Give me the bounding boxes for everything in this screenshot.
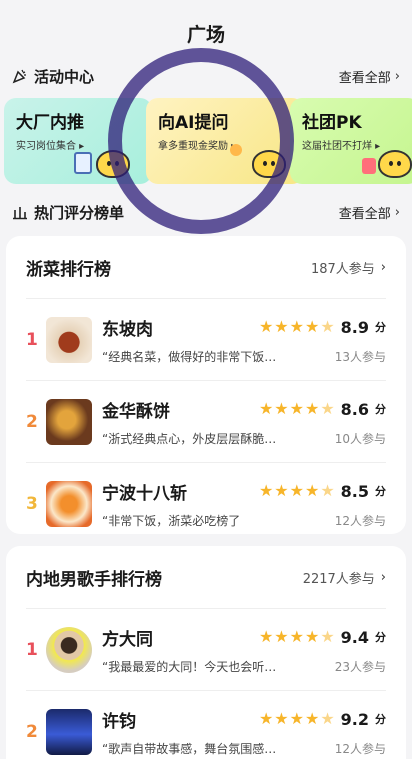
star-icon: ★ [304, 481, 320, 500]
star-icon: ★ [258, 481, 274, 500]
star-icon: ★ [258, 709, 274, 728]
rank-number: 2 [26, 721, 38, 742]
star-icon: ★ [320, 709, 335, 728]
star-rating: ★ ★ ★ ★ ★ [259, 629, 335, 645]
item-quote: “歌声自带故事感，舞台氛围感… [102, 741, 277, 756]
rankings-section-header: 热门评分榜单 查看全部 › [0, 198, 412, 226]
chevron-right-icon: › [380, 569, 386, 585]
star-icon: ★ [320, 317, 335, 336]
avatar [46, 626, 92, 673]
item-name: 金华酥饼 [102, 401, 170, 422]
item-score: 8.5 [340, 481, 369, 501]
mascot-icon [252, 150, 286, 178]
star-icon: ★ [258, 399, 274, 418]
star-icon: ★ [304, 709, 320, 728]
ranking-item[interactable]: 2 金华酥饼 ★ ★ ★ ★ ★ 8.6 分 “浙式经典点心，外皮层层酥脆… 10人参与 [26, 380, 386, 462]
item-name: 许钧 [102, 711, 136, 732]
activity-banners: 大厂内推 实习岗位集合 ▸ 向AI提问 拿多重现金奖励 ▸ 社团PK 这届社团不… [4, 98, 412, 186]
star-icon: ★ [274, 481, 289, 500]
item-count: 23人参与 [334, 659, 386, 674]
item-quote: “浙式经典点心，外皮层层酥脆… [102, 431, 277, 446]
star-rating: ★ ★ ★ ★ ★ [259, 711, 335, 727]
singer-image [46, 708, 92, 755]
bar-chart-icon [13, 207, 27, 220]
banner-club-pk[interactable]: 社团PK 这届社团不打烊 ▸ [290, 98, 412, 184]
star-rating: ★ ★ ★ ★ ★ [259, 401, 335, 417]
item-count: 10人参与 [334, 431, 386, 446]
activity-section-header: 活动中心 查看全部 › [0, 62, 412, 90]
rank-number: 2 [26, 411, 38, 432]
chevron-right-icon: › [394, 68, 400, 84]
dish-image [46, 398, 92, 445]
banner-referral[interactable]: 大厂内推 实习岗位集合 ▸ [4, 98, 152, 184]
card-title: 浙菜排行榜 [26, 259, 111, 280]
ranking-item[interactable]: 1 东坡肉 ★ ★ ★ ★ ★ 8.9 分 “经典名菜，做得好的非常下饭… 13人参与 [26, 298, 386, 380]
item-score: 8.9 [340, 317, 369, 337]
chevron-right-icon: › [380, 259, 386, 275]
star-icon: ★ [258, 317, 274, 336]
participants-link[interactable]: 187人参与 › [311, 258, 386, 277]
rank-number: 1 [26, 329, 38, 350]
ranking-item[interactable]: 1 方大同 ★ ★ ★ ★ ★ 9.4 分 “我最最爱的大同！今天也会听… 23人参与 [26, 608, 386, 690]
page-header: 广场 [0, 0, 412, 62]
item-name: 方大同 [102, 629, 153, 650]
item-quote: “我最最爱的大同！今天也会听… [102, 659, 277, 674]
star-icon: ★ [258, 627, 274, 646]
star-icon: ★ [289, 709, 304, 728]
rankings-view-all-button[interactable]: 查看全部 › [339, 203, 400, 222]
card-title: 内地男歌手排行榜 [26, 569, 162, 590]
party-icon [12, 69, 26, 84]
star-icon: ★ [304, 317, 320, 336]
rank-number: 3 [26, 493, 38, 514]
item-count: 12人参与 [334, 741, 386, 756]
star-icon: ★ [289, 627, 304, 646]
dish-image [46, 480, 92, 527]
item-score: 8.6 [340, 399, 369, 419]
star-icon: ★ [320, 399, 335, 418]
star-icon: ★ [289, 399, 304, 418]
star-icon: ★ [289, 481, 304, 500]
item-name: 东坡肉 [102, 319, 153, 340]
rankings-section-title: 热门评分榜单 [34, 203, 125, 222]
chevron-right-icon: › [394, 204, 400, 220]
star-icon: ★ [274, 317, 289, 336]
item-quote: “非常下饭，浙菜必吃榜了 [102, 513, 241, 528]
flag-icon [362, 158, 376, 174]
star-rating: ★ ★ ★ ★ ★ [259, 319, 335, 335]
star-icon: ★ [274, 627, 289, 646]
activity-section-title: 活动中心 [34, 67, 95, 86]
item-score: 9.4 [340, 627, 369, 647]
star-rating: ★ ★ ★ ★ ★ [259, 483, 335, 499]
mascot-icon [96, 150, 130, 178]
item-count: 12人参与 [334, 513, 386, 528]
rank-number: 1 [26, 639, 38, 660]
phone-icon [74, 152, 92, 174]
ranking-item[interactable]: 2 许钧 ★ ★ ★ ★ ★ 9.2 分 “歌声自带故事感，舞台氛围感… 12人参与 [26, 690, 386, 759]
mascot-icon [378, 150, 412, 178]
item-name: 宁波十八斩 [102, 483, 187, 504]
participants-link[interactable]: 2217人参与 › [303, 568, 386, 587]
coin-icon [230, 144, 242, 156]
dish-image [46, 316, 92, 363]
item-count: 13人参与 [334, 349, 386, 364]
star-icon: ★ [304, 627, 320, 646]
star-icon: ★ [289, 317, 304, 336]
ranking-card-zhejiang-cuisine[interactable]: 浙菜排行榜 187人参与 › 1 东坡肉 ★ ★ ★ ★ ★ 8.9 分 “经典名菜，做得… [6, 236, 406, 534]
item-score: 9.2 [340, 709, 369, 729]
activity-view-all-button[interactable]: 查看全部 › [339, 67, 400, 86]
star-icon: ★ [304, 399, 320, 418]
page-title: 广场 [186, 23, 225, 46]
star-icon: ★ [320, 481, 335, 500]
star-icon: ★ [274, 399, 289, 418]
banner-ask-ai[interactable]: 向AI提问 拿多重现金奖励 ▸ [146, 98, 304, 184]
ranking-card-male-singers[interactable]: 内地男歌手排行榜 2217人参与 › 1 方大同 ★ ★ ★ ★ ★ 9.4 分 “我最最… [6, 546, 406, 759]
star-icon: ★ [320, 627, 335, 646]
ranking-item[interactable]: 3 宁波十八斩 ★ ★ ★ ★ ★ 8.5 分 “非常下饭，浙菜必吃榜了 12人参与 [26, 462, 386, 544]
star-icon: ★ [274, 709, 289, 728]
item-quote: “经典名菜，做得好的非常下饭… [102, 349, 277, 364]
